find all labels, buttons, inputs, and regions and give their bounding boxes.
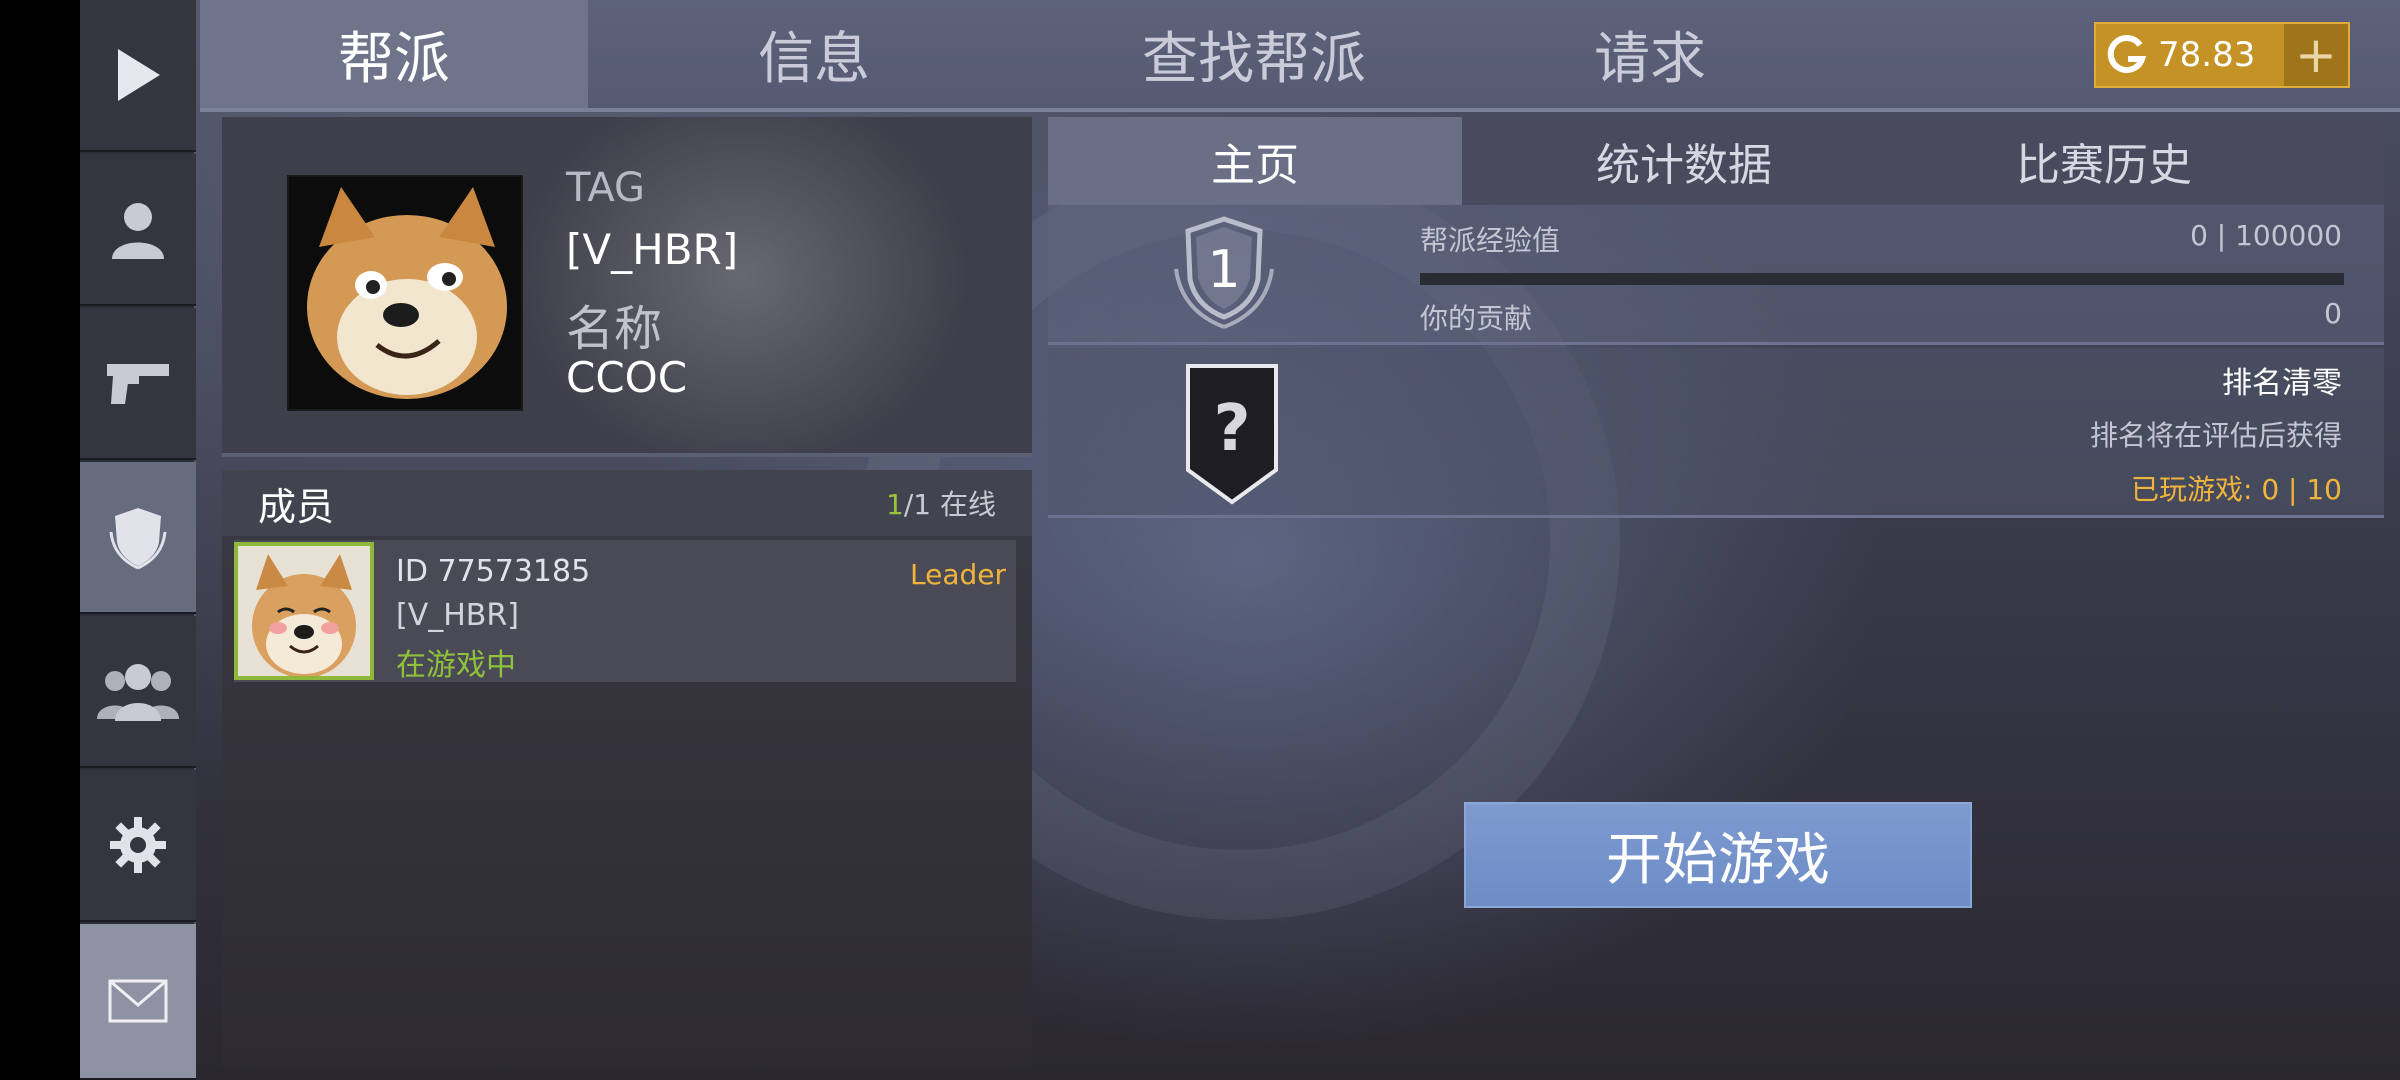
sidebar-friends-button[interactable] xyxy=(80,616,196,768)
experience-progress-bar xyxy=(1420,273,2344,285)
rank-subtitle: 排名将在评估后获得 xyxy=(2089,419,2342,452)
member-avatar xyxy=(234,542,374,680)
subtab-home[interactable]: 主页 xyxy=(1048,117,1462,205)
clan-subtab-bar: 主页 统计数据 比赛历史 xyxy=(1048,117,2384,205)
subtab-match-history[interactable]: 比赛历史 xyxy=(1894,117,2314,205)
sidebar-play-button[interactable] xyxy=(80,0,196,152)
sidebar xyxy=(80,0,196,1080)
clan-tag-label: TAG xyxy=(566,165,645,211)
tab-find-clan-label: 查找帮派 xyxy=(1142,26,1366,92)
tab-requests[interactable]: 请求 xyxy=(1490,0,1810,108)
clan-experience-section: 1 帮派经验值 0 | 100000 你的贡献 0 xyxy=(1048,205,2384,345)
rank-badge: ? xyxy=(1184,362,1280,506)
rank-unknown-icon: ? xyxy=(1213,392,1250,466)
settings-gear-icon xyxy=(110,817,166,873)
clan-shield-icon xyxy=(109,508,167,570)
clan-name-value: CCOC xyxy=(566,353,688,402)
pistol-icon xyxy=(107,364,169,404)
rank-title: 排名清零 xyxy=(2222,366,2342,401)
experience-value: 0 | 100000 xyxy=(2190,219,2342,252)
members-online-count: 1/1 在线 xyxy=(886,483,996,523)
clan-rank-section: ? 排名清零 排名将在评估后获得 已玩游戏: 0 | 10 xyxy=(1048,348,2384,518)
subtab-home-label: 主页 xyxy=(1211,140,1299,191)
plus-icon: + xyxy=(2295,26,2337,84)
subtab-stats-label: 统计数据 xyxy=(1596,140,1772,191)
clan-tag-value: [V_HBR] xyxy=(566,225,739,274)
member-tag: [V_HBR] xyxy=(396,598,519,633)
screen-bezel xyxy=(0,0,80,1080)
clan-level-badge: 1 xyxy=(1154,213,1294,337)
top-tab-bar: 帮派 信息 查找帮派 请求 78.83 + xyxy=(200,0,2400,112)
friends-icon xyxy=(97,664,179,721)
contribution-value: 0 xyxy=(2324,297,2342,330)
currency-value: 78.83 xyxy=(2158,35,2256,75)
tab-requests-label: 请求 xyxy=(1594,26,1706,92)
profile-icon xyxy=(112,203,164,259)
clan-level-number: 1 xyxy=(1207,240,1240,300)
sidebar-profile-button[interactable] xyxy=(80,154,196,306)
sidebar-settings-button[interactable] xyxy=(80,770,196,922)
play-icon xyxy=(118,49,160,101)
mail-icon xyxy=(108,979,168,1023)
clan-avatar xyxy=(287,175,523,411)
sidebar-clan-button[interactable] xyxy=(80,462,196,614)
member-id: ID 77573185 xyxy=(396,554,591,589)
tab-info-label: 信息 xyxy=(758,26,870,92)
members-panel: 成员 1/1 在线 ID 77573185 [V_HBR] 在游戏中 Leade… xyxy=(222,470,1032,1066)
clan-profile-details: TAG [V_HBR] 名称 CCOC xyxy=(566,165,738,417)
clan-name-label: 名称 xyxy=(566,301,663,357)
tab-info[interactable]: 信息 xyxy=(620,0,1008,108)
sidebar-weapons-button[interactable] xyxy=(80,308,196,460)
games-played: 已玩游戏: 0 | 10 xyxy=(2130,473,2342,506)
clan-profile-panel: TAG [V_HBR] 名称 CCOC xyxy=(222,117,1032,457)
member-role-badge: Leader xyxy=(909,558,1006,591)
member-status: 在游戏中 xyxy=(396,648,516,683)
subtab-stats[interactable]: 统计数据 xyxy=(1474,117,1894,205)
currency-display: 78.83 + xyxy=(2094,22,2350,88)
sidebar-mail-button[interactable] xyxy=(80,924,196,1080)
online-total: /1 在线 xyxy=(903,488,996,521)
tab-find-clan[interactable]: 查找帮派 xyxy=(1040,0,1468,108)
subtab-match-history-label: 比赛历史 xyxy=(2016,140,2192,191)
tab-clan-label: 帮派 xyxy=(338,26,450,92)
member-list-item[interactable]: ID 77573185 [V_HBR] 在游戏中 Leader xyxy=(234,540,1016,683)
g-coin-icon xyxy=(2096,24,2156,86)
start-game-button[interactable]: 开始游戏 xyxy=(1464,802,1972,908)
add-currency-button[interactable]: + xyxy=(2284,24,2348,86)
tab-clan[interactable]: 帮派 xyxy=(200,0,588,108)
members-header: 成员 1/1 在线 xyxy=(222,470,1032,536)
contribution-label: 你的贡献 xyxy=(1420,302,1533,335)
experience-label: 帮派经验值 xyxy=(1420,224,1561,257)
online-count: 1 xyxy=(886,488,904,521)
members-title: 成员 xyxy=(258,484,335,529)
start-game-label: 开始游戏 xyxy=(1606,827,1830,893)
